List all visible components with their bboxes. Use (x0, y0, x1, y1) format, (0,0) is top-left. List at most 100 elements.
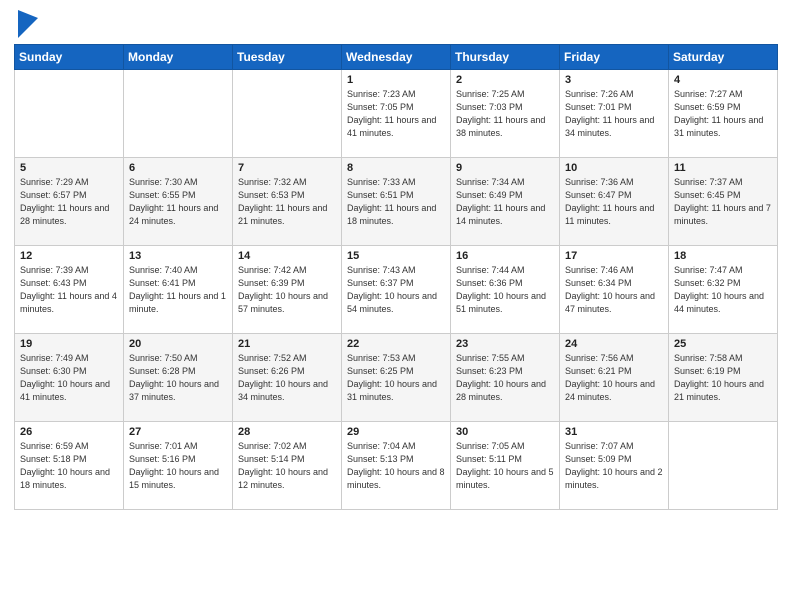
week-row-1: 5Sunrise: 7:29 AM Sunset: 6:57 PM Daylig… (15, 158, 778, 246)
day-number-2: 2 (456, 74, 554, 86)
day-cell-13: 13 Sunrise: 7:40 AM Sunset: 6:41 PM Dayli… (124, 246, 233, 334)
day-info-18: Sunrise: 7:47 AM Sunset: 6:32 PM Dayligh… (674, 264, 772, 316)
day-info-11: Sunrise: 7:37 AM Sunset: 6:45 PM Dayligh… (674, 176, 772, 228)
day-cell-22: 22 Sunrise: 7:53 AM Sunset: 6:25 PM Dayli… (342, 334, 451, 422)
day-number-12: 12 (20, 250, 118, 262)
day-cell-9: 9 Sunrise: 7:34 AM Sunset: 6:49 PM Daylig… (451, 158, 560, 246)
day-number-17: 17 (565, 250, 663, 262)
day-info-26: Sunrise: 6:59 AM Sunset: 5:18 PM Dayligh… (20, 440, 118, 492)
day-number-28: 28 (238, 426, 336, 438)
day-number-6: 6 (129, 162, 227, 174)
header (14, 10, 778, 36)
day-info-10: Sunrise: 7:36 AM Sunset: 6:47 PM Dayligh… (565, 176, 663, 228)
day-cell-31: 31Sunrise: 7:07 AM Sunset: 5:09 PM Dayli… (560, 422, 669, 510)
day-number-22: 22 (347, 338, 445, 350)
logo (14, 10, 38, 36)
day-info-27: Sunrise: 7:01 AM Sunset: 5:16 PM Dayligh… (129, 440, 227, 492)
day-cell-20: 20 Sunrise: 7:50 AM Sunset: 6:28 PM Dayli… (124, 334, 233, 422)
day-info-1: Sunrise: 7:23 AM Sunset: 7:05 PM Dayligh… (347, 88, 445, 140)
day-info-9: Sunrise: 7:34 AM Sunset: 6:49 PM Dayligh… (456, 176, 554, 228)
day-cell-19: 19Sunrise: 7:49 AM Sunset: 6:30 PM Dayli… (15, 334, 124, 422)
day-info-15: Sunrise: 7:43 AM Sunset: 6:37 PM Dayligh… (347, 264, 445, 316)
day-info-29: Sunrise: 7:04 AM Sunset: 5:13 PM Dayligh… (347, 440, 445, 492)
day-number-26: 26 (20, 426, 118, 438)
day-cell-10: 10 Sunrise: 7:36 AM Sunset: 6:47 PM Dayli… (560, 158, 669, 246)
day-info-6: Sunrise: 7:30 AM Sunset: 6:55 PM Dayligh… (129, 176, 227, 228)
day-cell-15: 15Sunrise: 7:43 AM Sunset: 6:37 PM Dayli… (342, 246, 451, 334)
day-cell-30: 30 Sunrise: 7:05 AM Sunset: 5:11 PM Dayli… (451, 422, 560, 510)
day-cell-16: 16 Sunrise: 7:44 AM Sunset: 6:36 PM Dayli… (451, 246, 560, 334)
day-number-4: 4 (674, 74, 772, 86)
day-cell-14: 14 Sunrise: 7:42 AM Sunset: 6:39 PM Dayli… (233, 246, 342, 334)
day-info-17: Sunrise: 7:46 AM Sunset: 6:34 PM Dayligh… (565, 264, 663, 316)
day-cell-2: 2 Sunrise: 7:25 AM Sunset: 7:03 PM Daylig… (451, 70, 560, 158)
day-number-25: 25 (674, 338, 772, 350)
header-row: SundayMondayTuesdayWednesdayThursdayFrid… (15, 45, 778, 70)
day-number-9: 9 (456, 162, 554, 174)
day-info-25: Sunrise: 7:58 AM Sunset: 6:19 PM Dayligh… (674, 352, 772, 404)
calendar-table: SundayMondayTuesdayWednesdayThursdayFrid… (14, 44, 778, 510)
empty-cell (15, 70, 124, 158)
day-number-27: 27 (129, 426, 227, 438)
day-cell-23: 23 Sunrise: 7:55 AM Sunset: 6:23 PM Dayli… (451, 334, 560, 422)
day-info-22: Sunrise: 7:53 AM Sunset: 6:25 PM Dayligh… (347, 352, 445, 404)
day-number-14: 14 (238, 250, 336, 262)
day-info-2: Sunrise: 7:25 AM Sunset: 7:03 PM Dayligh… (456, 88, 554, 140)
day-number-21: 21 (238, 338, 336, 350)
day-info-30: Sunrise: 7:05 AM Sunset: 5:11 PM Dayligh… (456, 440, 554, 492)
day-cell-7: 7 Sunrise: 7:32 AM Sunset: 6:53 PM Daylig… (233, 158, 342, 246)
day-cell-6: 6 Sunrise: 7:30 AM Sunset: 6:55 PM Daylig… (124, 158, 233, 246)
week-row-3: 19Sunrise: 7:49 AM Sunset: 6:30 PM Dayli… (15, 334, 778, 422)
day-number-16: 16 (456, 250, 554, 262)
day-number-11: 11 (674, 162, 772, 174)
day-info-12: Sunrise: 7:39 AM Sunset: 6:43 PM Dayligh… (20, 264, 118, 316)
col-header-saturday: Saturday (669, 45, 778, 70)
day-number-30: 30 (456, 426, 554, 438)
day-number-8: 8 (347, 162, 445, 174)
day-cell-24: 24 Sunrise: 7:56 AM Sunset: 6:21 PM Dayli… (560, 334, 669, 422)
day-cell-17: 17 Sunrise: 7:46 AM Sunset: 6:34 PM Dayli… (560, 246, 669, 334)
week-row-2: 12 Sunrise: 7:39 AM Sunset: 6:43 PM Dayli… (15, 246, 778, 334)
day-cell-29: 29Sunrise: 7:04 AM Sunset: 5:13 PM Dayli… (342, 422, 451, 510)
day-info-16: Sunrise: 7:44 AM Sunset: 6:36 PM Dayligh… (456, 264, 554, 316)
day-cell-27: 27 Sunrise: 7:01 AM Sunset: 5:16 PM Dayli… (124, 422, 233, 510)
day-info-21: Sunrise: 7:52 AM Sunset: 6:26 PM Dayligh… (238, 352, 336, 404)
day-number-20: 20 (129, 338, 227, 350)
day-number-23: 23 (456, 338, 554, 350)
day-number-10: 10 (565, 162, 663, 174)
empty-cell (124, 70, 233, 158)
empty-cell (233, 70, 342, 158)
col-header-monday: Monday (124, 45, 233, 70)
day-info-13: Sunrise: 7:40 AM Sunset: 6:41 PM Dayligh… (129, 264, 227, 316)
day-info-20: Sunrise: 7:50 AM Sunset: 6:28 PM Dayligh… (129, 352, 227, 404)
day-info-3: Sunrise: 7:26 AM Sunset: 7:01 PM Dayligh… (565, 88, 663, 140)
day-number-19: 19 (20, 338, 118, 350)
day-info-31: Sunrise: 7:07 AM Sunset: 5:09 PM Dayligh… (565, 440, 663, 492)
day-info-14: Sunrise: 7:42 AM Sunset: 6:39 PM Dayligh… (238, 264, 336, 316)
day-number-7: 7 (238, 162, 336, 174)
page: SundayMondayTuesdayWednesdayThursdayFrid… (0, 0, 792, 612)
day-info-5: Sunrise: 7:29 AM Sunset: 6:57 PM Dayligh… (20, 176, 118, 228)
day-info-4: Sunrise: 7:27 AM Sunset: 6:59 PM Dayligh… (674, 88, 772, 140)
day-cell-5: 5Sunrise: 7:29 AM Sunset: 6:57 PM Daylig… (15, 158, 124, 246)
day-info-24: Sunrise: 7:56 AM Sunset: 6:21 PM Dayligh… (565, 352, 663, 404)
day-number-13: 13 (129, 250, 227, 262)
day-cell-1: 1Sunrise: 7:23 AM Sunset: 7:05 PM Daylig… (342, 70, 451, 158)
col-header-thursday: Thursday (451, 45, 560, 70)
day-number-18: 18 (674, 250, 772, 262)
col-header-sunday: Sunday (15, 45, 124, 70)
day-cell-12: 12 Sunrise: 7:39 AM Sunset: 6:43 PM Dayli… (15, 246, 124, 334)
day-info-28: Sunrise: 7:02 AM Sunset: 5:14 PM Dayligh… (238, 440, 336, 492)
day-info-7: Sunrise: 7:32 AM Sunset: 6:53 PM Dayligh… (238, 176, 336, 228)
day-cell-8: 8Sunrise: 7:33 AM Sunset: 6:51 PM Daylig… (342, 158, 451, 246)
col-header-wednesday: Wednesday (342, 45, 451, 70)
logo-icon (18, 10, 38, 38)
day-cell-26: 26 Sunrise: 6:59 AM Sunset: 5:18 PM Dayli… (15, 422, 124, 510)
day-cell-4: 4 Sunrise: 7:27 AM Sunset: 6:59 PM Daylig… (669, 70, 778, 158)
day-cell-28: 28 Sunrise: 7:02 AM Sunset: 5:14 PM Dayli… (233, 422, 342, 510)
day-cell-11: 11 Sunrise: 7:37 AM Sunset: 6:45 PM Dayli… (669, 158, 778, 246)
week-row-4: 26 Sunrise: 6:59 AM Sunset: 5:18 PM Dayli… (15, 422, 778, 510)
day-info-23: Sunrise: 7:55 AM Sunset: 6:23 PM Dayligh… (456, 352, 554, 404)
day-number-24: 24 (565, 338, 663, 350)
day-cell-18: 18 Sunrise: 7:47 AM Sunset: 6:32 PM Dayli… (669, 246, 778, 334)
